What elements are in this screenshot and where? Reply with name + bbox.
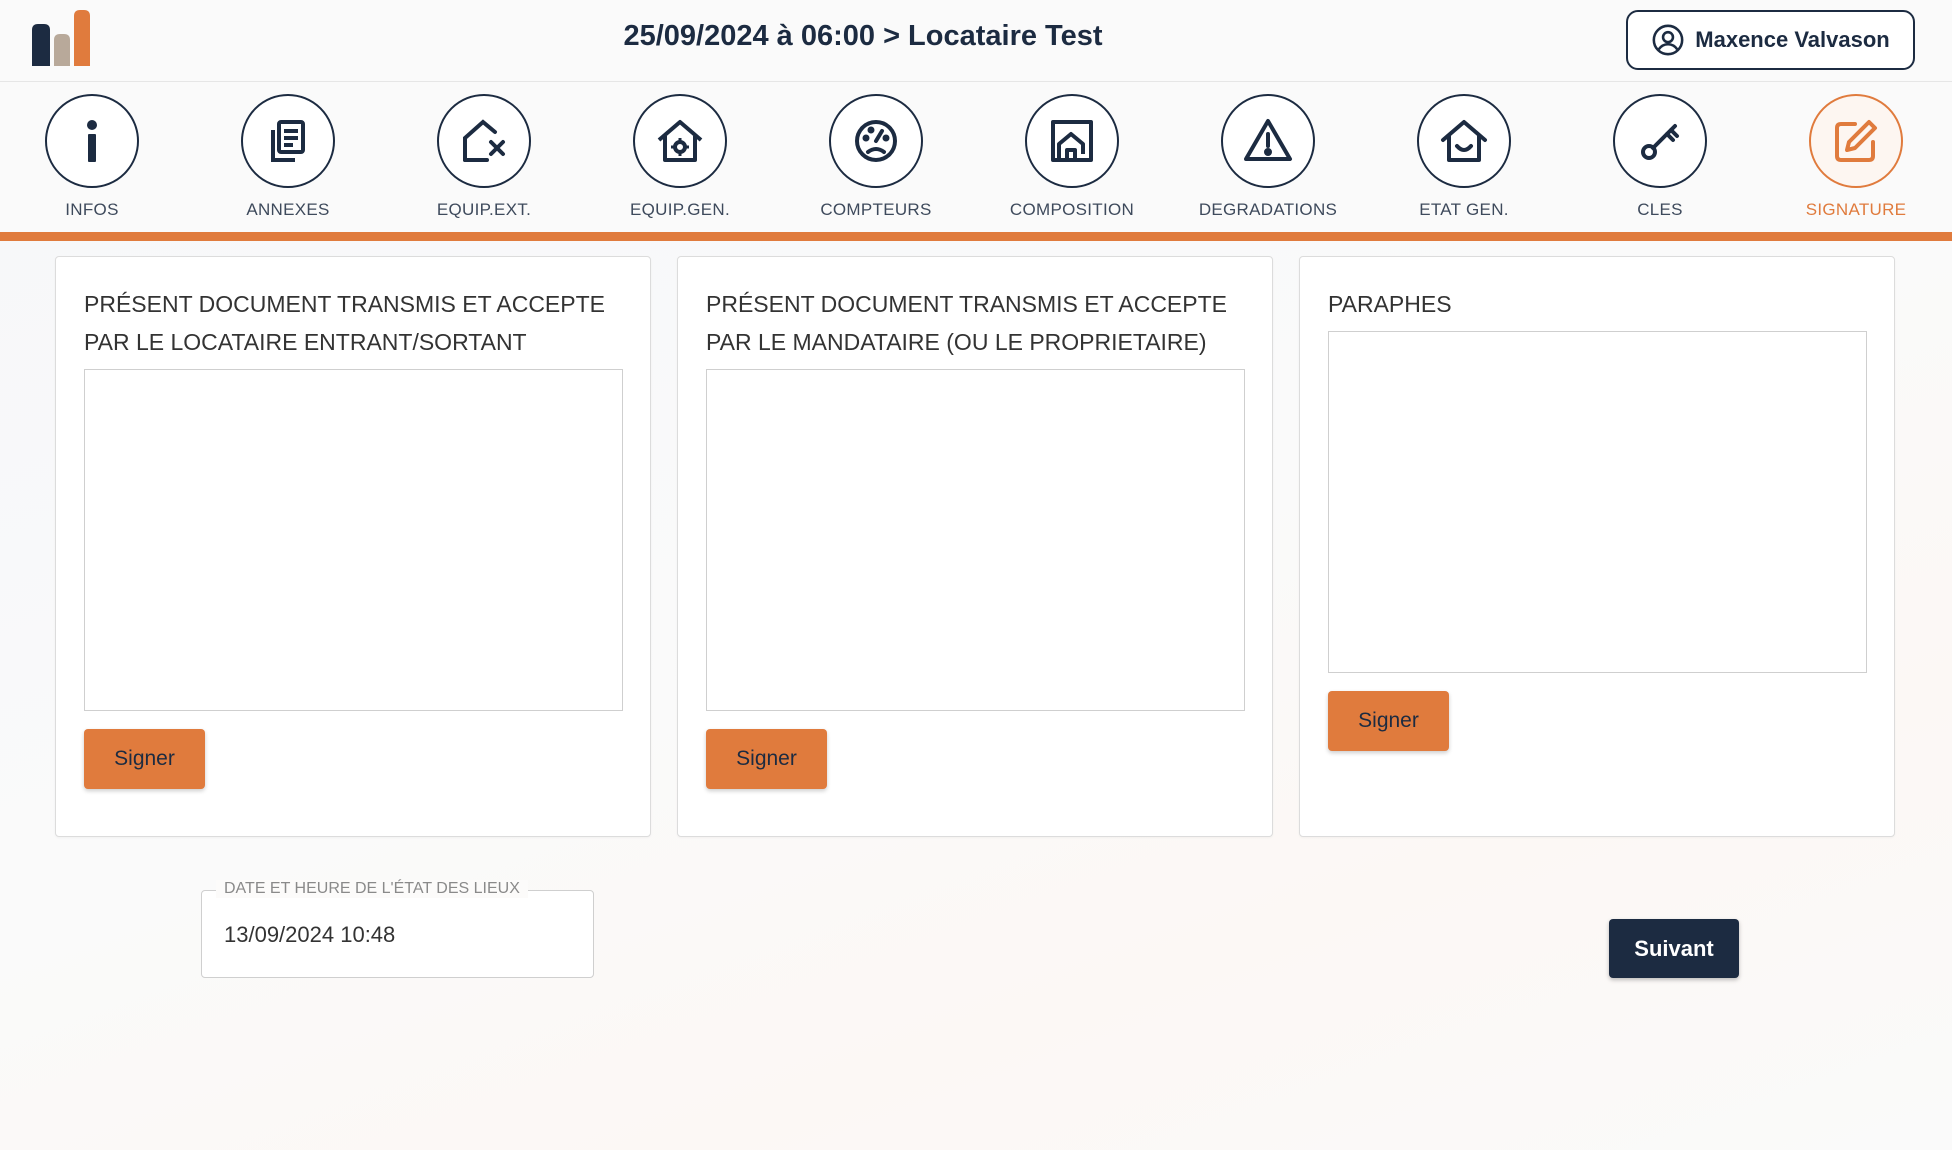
initials-card: PARAPHES Signer [1299,256,1895,837]
initials-sign-button[interactable]: Signer [1328,691,1449,751]
user-circle-icon [1652,24,1684,56]
tab-infos[interactable]: INFOS [7,92,177,227]
tenant-sign-button[interactable]: Signer [84,729,205,789]
tab-composition[interactable]: COMPOSITION [987,92,1157,227]
inspection-datetime-input[interactable] [224,917,564,953]
card-title: PRÉSENT DOCUMENT TRANSMIS ET ACCEPTE PAR… [706,291,1228,355]
initials-signature-pad[interactable] [1328,331,1867,673]
tab-equip-gen[interactable]: EQUIP.GEN. [595,92,765,227]
tab-label: SIGNATURE [1805,200,1907,219]
tab-label: CLES [1637,200,1683,219]
progress-bar [0,232,1952,241]
tab-label: DEGRADATIONS [1198,200,1338,219]
tenant-signature-card: PRÉSENT DOCUMENT TRANSMIS ET ACCEPTE PAR… [55,256,651,837]
documents-icon [271,120,305,162]
floorplan-icon [1051,120,1093,162]
tab-compteurs[interactable]: COMPTEURS [791,92,961,227]
page-title: 25/09/2024 à 06:00 > Locataire Test [623,20,1103,52]
house-gear-icon [657,120,703,162]
tab-signature[interactable]: SIGNATURE [1771,92,1941,227]
tenant-signature-pad[interactable] [84,369,623,711]
tab-label: EQUIP.GEN. [630,200,730,219]
tab-label: ANNEXES [246,200,330,219]
info-icon [87,120,97,162]
tab-label: ETAT GEN. [1419,200,1509,219]
inspection-datetime-field: DATE ET HEURE DE L'ÉTAT DES LIEUX [201,880,594,978]
tab-label: EQUIP.EXT. [436,200,532,219]
tab-annexes[interactable]: ANNEXES [203,92,373,227]
key-icon [1641,124,1679,160]
house-x-icon [463,119,505,162]
house-smile-icon [1441,120,1487,162]
card-title: PARAPHES [1328,291,1452,317]
step-tabs: INFOS ANNEXES EQUIP.EXT. EQUIP.GEN. COMP… [0,82,1952,232]
tab-label: COMPTEURS [820,200,932,219]
edit-icon [1835,120,1877,162]
user-menu-button[interactable]: Maxence Valvason [1626,10,1915,70]
tab-degradations[interactable]: DEGRADATIONS [1183,92,1353,227]
card-title: PRÉSENT DOCUMENT TRANSMIS ET ACCEPTE PAR… [84,291,606,355]
agent-sign-button[interactable]: Signer [706,729,827,789]
next-button[interactable]: Suivant [1609,919,1739,978]
app-header: 25/09/2024 à 06:00 > Locataire Test Maxe… [0,0,1952,82]
tab-cles[interactable]: CLES [1575,92,1745,227]
tab-label: INFOS [65,200,119,219]
user-name: Maxence Valvason [1695,27,1890,52]
field-label: DATE ET HEURE DE L'ÉTAT DES LIEUX [216,880,528,898]
warning-icon [1244,119,1292,161]
agent-signature-pad[interactable] [706,369,1245,711]
tab-equip-ext[interactable]: EQUIP.EXT. [399,92,569,227]
tab-etat-gen[interactable]: ETAT GEN. [1379,92,1549,227]
tab-label: COMPOSITION [1009,200,1135,219]
agent-signature-card: PRÉSENT DOCUMENT TRANSMIS ET ACCEPTE PAR… [677,256,1273,837]
gauge-icon [855,120,897,162]
